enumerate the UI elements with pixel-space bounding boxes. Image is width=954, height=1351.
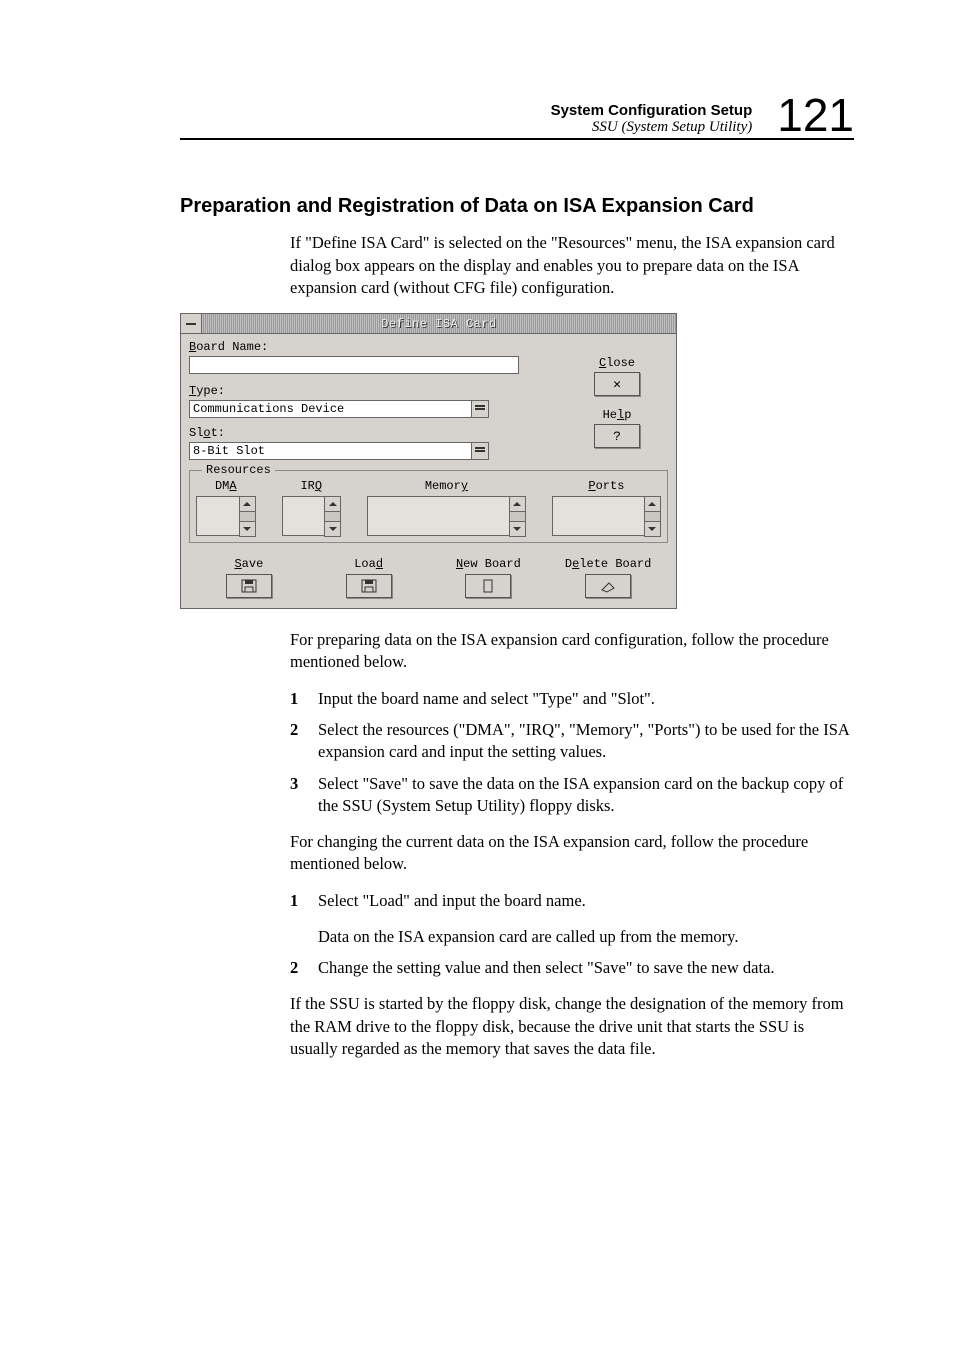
change-steps-list: 1Select "Load" and input the board name. [290,890,854,912]
save-button[interactable] [226,574,272,598]
new-board-button[interactable] [465,574,511,598]
delete-board-button[interactable] [585,574,631,598]
intro-paragraph: If "Define ISA Card" is selected on the … [290,232,854,299]
type-dropdown-button[interactable] [471,400,489,418]
new-board-label: New Board [433,557,543,571]
type-combo[interactable] [189,400,472,418]
irq-listbox[interactable] [282,496,326,536]
floppy-disk-icon [360,579,378,593]
dialog-title: Define ISA Card [202,314,676,333]
memory-listbox[interactable] [367,496,510,536]
list-item: 2Change the setting value and then selec… [290,957,854,979]
help-button[interactable]: ? [594,424,640,448]
list-item: 1Select "Load" and input the board name. [290,890,854,912]
step-text: Input the board name and select "Type" a… [318,689,655,708]
load-button[interactable] [346,574,392,598]
help-label: Help [568,408,666,422]
load-label: Load [314,557,424,571]
header-subsection: SSU (System Setup Utility) [551,119,753,136]
resources-groupbox: Resources DMA [189,470,668,543]
step-text: Select the resources ("DMA", "IRQ", "Mem… [318,720,849,761]
step-text: Select "Save" to save the data on the IS… [318,774,843,815]
list-item: 3Select "Save" to save the data on the I… [290,773,854,818]
footer-paragraph: If the SSU is started by the floppy disk… [290,993,854,1060]
system-menu-icon[interactable] [181,314,202,333]
close-button[interactable]: ✕ [594,372,640,396]
close-label: Close [568,356,666,370]
dma-label: DMA [215,479,237,493]
step-text: Change the setting value and then select… [318,958,775,977]
scroll-up-icon[interactable] [324,496,341,512]
running-header: System Configuration Setup SSU (System S… [180,95,854,140]
save-label: Save [194,557,304,571]
resources-legend: Resources [202,463,275,477]
scroll-down-icon[interactable] [239,521,256,537]
header-section: System Configuration Setup [551,102,753,119]
eraser-icon [599,579,617,593]
prep-intro-paragraph: For preparing data on the ISA expansion … [290,629,854,674]
slot-combo[interactable] [189,442,472,460]
new-document-icon [479,579,497,593]
ports-label: Ports [588,479,624,493]
step-subtext: Data on the ISA expansion card are calle… [318,926,854,948]
floppy-disk-icon [240,579,258,593]
scroll-down-icon[interactable] [509,521,526,537]
delete-board-label: Delete Board [553,557,663,571]
irq-label: IRQ [300,479,322,493]
define-isa-card-dialog: Define ISA Card Board Name: Type: Slot: … [180,313,677,609]
memory-label: Memory [425,479,468,493]
prep-steps-list: 1Input the board name and select "Type" … [290,688,854,817]
scroll-up-icon[interactable] [509,496,526,512]
list-item: 2Select the resources ("DMA", "IRQ", "Me… [290,719,854,764]
change-steps-list-cont: 2Change the setting value and then selec… [290,957,854,979]
section-heading: Preparation and Registration of Data on … [180,195,854,218]
scroll-down-icon[interactable] [324,521,341,537]
ports-listbox[interactable] [552,496,645,536]
change-intro-paragraph: For changing the current data on the ISA… [290,831,854,876]
board-name-input[interactable] [189,356,519,374]
list-item: 1Input the board name and select "Type" … [290,688,854,710]
scroll-down-icon[interactable] [644,521,661,537]
board-name-label: Board Name: [189,340,668,354]
scroll-up-icon[interactable] [644,496,661,512]
step-text: Select "Load" and input the board name. [318,891,586,910]
slot-dropdown-button[interactable] [471,442,489,460]
page-number: 121 [777,95,854,136]
scroll-up-icon[interactable] [239,496,256,512]
dma-listbox[interactable] [196,496,240,536]
